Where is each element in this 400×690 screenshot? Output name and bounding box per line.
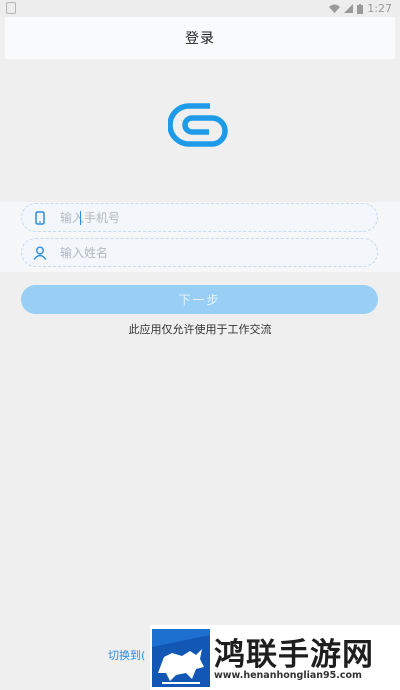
battery-icon — [357, 3, 364, 14]
watermark-logo — [152, 629, 210, 687]
phone-field[interactable] — [21, 203, 378, 232]
watermark: 鸿联手游网 www.henanhonglian95.com — [150, 625, 400, 690]
status-time: 1:27 — [367, 2, 392, 15]
name-field[interactable] — [21, 238, 378, 267]
phone-icon — [22, 210, 58, 225]
switch-link[interactable]: 切换到( — [108, 647, 145, 663]
status-bar: 1:27 — [0, 0, 400, 17]
text-caret — [80, 211, 81, 225]
signal-icon — [344, 4, 354, 13]
watermark-text: 鸿联手游网 — [214, 637, 374, 673]
usage-notice: 此应用仅允许使用于工作交流 — [128, 323, 272, 336]
next-button[interactable]: 下一步 — [21, 285, 378, 314]
status-icons: 1:27 — [329, 2, 392, 15]
phone-input[interactable] — [58, 209, 342, 226]
name-input[interactable] — [58, 244, 342, 261]
app-header: 登录 — [5, 17, 395, 59]
wifi-icon — [329, 4, 341, 13]
notification-icon — [6, 2, 16, 14]
page-title: 登录 — [185, 31, 215, 47]
watermark-url: www.henanhonglian95.com — [214, 670, 362, 681]
app-logo — [168, 103, 228, 147]
user-icon — [22, 246, 58, 260]
